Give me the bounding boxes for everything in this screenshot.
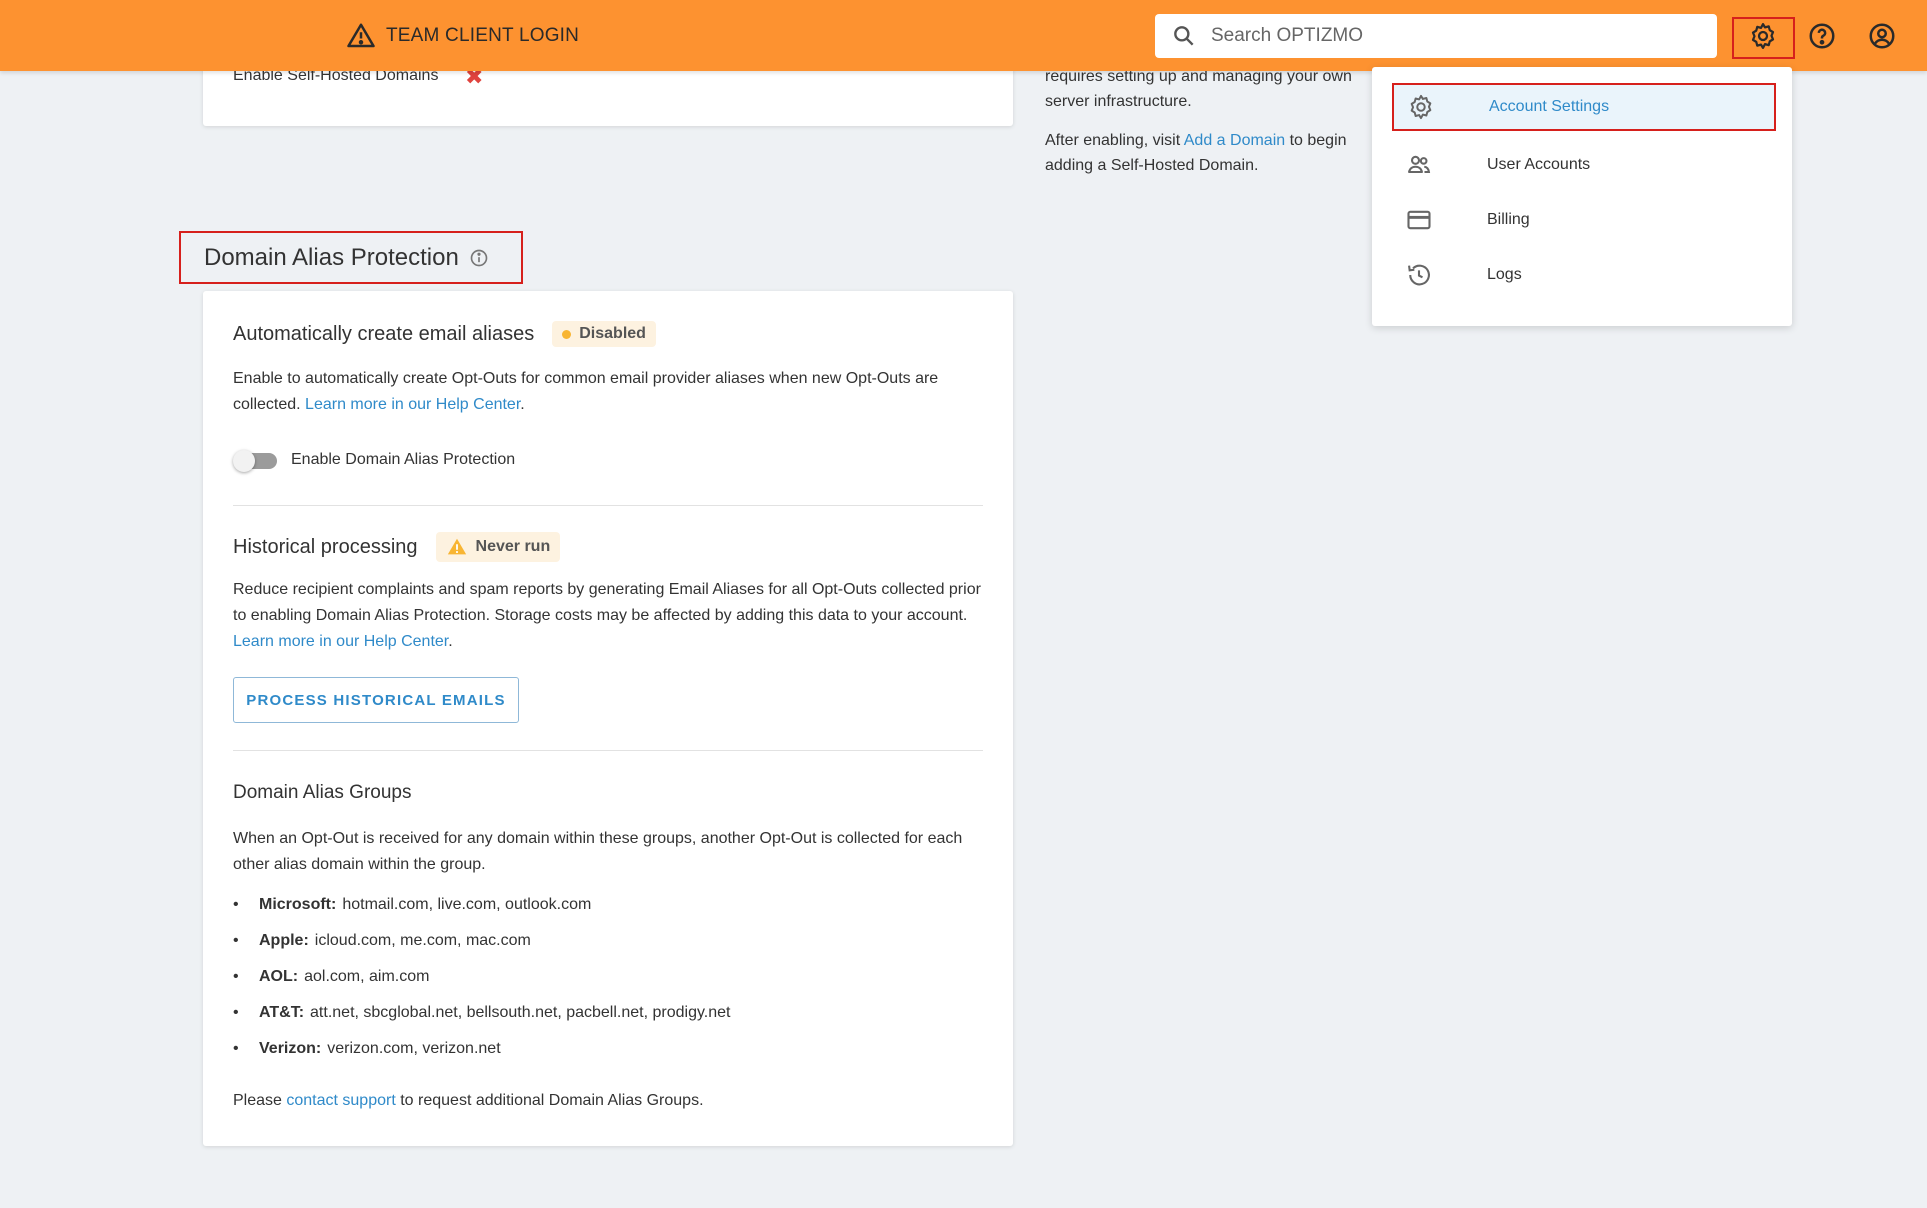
menu-item-billing[interactable]: Billing bbox=[1392, 196, 1776, 244]
menu-item-account-settings[interactable]: Account Settings bbox=[1392, 83, 1776, 131]
groups-footer-prefix: Please bbox=[233, 1092, 287, 1109]
settings-dropdown-menu: Account Settings User Accounts Billing L… bbox=[1372, 67, 1792, 326]
domain-alias-toggle-label: Enable Domain Alias Protection bbox=[291, 451, 516, 468]
group-provider: Microsoft: bbox=[259, 896, 337, 913]
after-enabling-prefix: After enabling, visit bbox=[1045, 132, 1184, 149]
list-item: • AT&T: att.net, sbcglobal.net, bellsouth.… bbox=[233, 1003, 983, 1039]
domain-alias-toggle[interactable] bbox=[233, 450, 277, 472]
groups-footer-suffix: to request additional Domain Alias Group… bbox=[395, 1092, 704, 1109]
domain-alias-protection-header: Domain Alias Protection bbox=[179, 231, 523, 284]
search-icon bbox=[1174, 26, 1194, 46]
group-domains: hotmail.com, live.com, outlook.com bbox=[342, 896, 592, 913]
status-badge-never-run: Never run bbox=[435, 532, 561, 562]
group-provider: Verizon: bbox=[259, 1040, 322, 1057]
status-badge-disabled: Disabled bbox=[552, 321, 656, 347]
warning-triangle-icon bbox=[447, 538, 466, 555]
groups-heading: Domain Alias Groups bbox=[233, 782, 412, 803]
status-dot-icon bbox=[562, 329, 572, 339]
auto-alias-description: Enable to automatically create Opt-Outs … bbox=[233, 370, 939, 413]
auto-alias-help-link[interactable]: Learn more in our Help Center bbox=[305, 396, 520, 413]
self-hosted-help-line2: After enabling, visit Add a Domain to be… bbox=[1045, 128, 1375, 178]
group-provider: Apple: bbox=[259, 932, 309, 949]
menu-item-logs[interactable]: Logs bbox=[1392, 251, 1776, 299]
alias-groups-list: • Microsoft: hotmail.com, live.com, outloo… bbox=[233, 895, 983, 1075]
history-icon bbox=[1408, 264, 1430, 286]
team-client-login-label: TEAM CLIENT LOGIN bbox=[386, 25, 580, 46]
historical-help-link[interactable]: Learn more in our Help Center bbox=[233, 633, 448, 650]
groups-description: When an Opt-Out is received for any doma… bbox=[233, 830, 963, 873]
team-client-login[interactable]: TEAM CLIENT LOGIN bbox=[346, 20, 579, 52]
auto-alias-heading: Automatically create email aliases bbox=[233, 322, 535, 345]
menu-item-label: Billing bbox=[1487, 211, 1530, 228]
historical-description: Reduce recipient complaints and spam rep… bbox=[233, 581, 981, 650]
domain-alias-protection-card: Automatically create email aliases Disab… bbox=[203, 291, 1013, 1146]
menu-item-label: Account Settings bbox=[1489, 98, 1610, 115]
group-domains: verizon.com, verizon.net bbox=[327, 1040, 501, 1057]
group-domains: icloud.com, me.com, mac.com bbox=[314, 932, 531, 949]
top-header: TEAM CLIENT LOGIN bbox=[0, 0, 1927, 71]
historical-heading: Historical processing bbox=[233, 535, 418, 558]
status-badge-label: Disabled bbox=[579, 325, 646, 342]
user-circle-icon bbox=[1869, 23, 1895, 49]
info-icon[interactable] bbox=[469, 248, 489, 268]
users-icon bbox=[1408, 155, 1431, 174]
menu-item-user-accounts[interactable]: User Accounts bbox=[1392, 141, 1776, 189]
self-hosted-help-text: requires setting up and managing your ow… bbox=[1045, 64, 1375, 178]
group-domains: att.net, sbcglobal.net, bellsouth.net, p… bbox=[310, 1004, 731, 1021]
auto-alias-heading-row: Automatically create email aliases Disab… bbox=[233, 321, 656, 347]
domain-alias-toggle-row: Enable Domain Alias Protection bbox=[233, 450, 516, 472]
group-provider: AT&T: bbox=[259, 1004, 305, 1021]
group-provider: AOL: bbox=[259, 968, 299, 985]
contact-support-link[interactable]: contact support bbox=[286, 1092, 395, 1109]
section-title: Domain Alias Protection bbox=[204, 243, 459, 271]
list-item: • Apple: icloud.com, me.com, mac.com bbox=[233, 931, 983, 967]
user-profile-button[interactable] bbox=[1863, 17, 1901, 55]
groups-footer: Please contact support to request additi… bbox=[233, 1088, 983, 1114]
warning-triangle-icon bbox=[347, 23, 375, 48]
gear-icon bbox=[1410, 94, 1432, 120]
search-input[interactable] bbox=[1211, 25, 1691, 47]
gear-icon bbox=[1751, 23, 1775, 49]
historical-description-text: Reduce recipient complaints and spam rep… bbox=[233, 581, 981, 624]
list-item: • AOL: aol.com, aim.com bbox=[233, 967, 983, 1003]
self-hosted-help-line1: requires setting up and managing your ow… bbox=[1045, 68, 1352, 110]
add-domain-link[interactable]: Add a Domain bbox=[1184, 132, 1285, 149]
divider bbox=[233, 505, 983, 506]
historical-heading-row: Historical processing Never run bbox=[233, 532, 561, 562]
status-badge-label: Never run bbox=[475, 538, 551, 555]
list-item: • Microsoft: hotmail.com, live.com, outloo… bbox=[233, 895, 983, 931]
settings-button[interactable] bbox=[1744, 17, 1782, 55]
divider bbox=[233, 750, 983, 751]
groups-heading-row: Domain Alias Groups bbox=[233, 782, 411, 804]
search-box[interactable] bbox=[1155, 14, 1717, 58]
menu-item-label: Logs bbox=[1487, 266, 1522, 283]
list-item: • Verizon: verizon.com, verizon.net bbox=[233, 1039, 983, 1075]
group-domains: aol.com, aim.com bbox=[304, 968, 430, 985]
credit-card-icon bbox=[1407, 210, 1431, 230]
menu-item-label: User Accounts bbox=[1487, 156, 1591, 173]
process-historical-emails-button[interactable]: PROCESS HISTORICAL EMAILS bbox=[233, 677, 519, 723]
help-circle-icon bbox=[1809, 23, 1835, 49]
help-button[interactable] bbox=[1803, 17, 1841, 55]
